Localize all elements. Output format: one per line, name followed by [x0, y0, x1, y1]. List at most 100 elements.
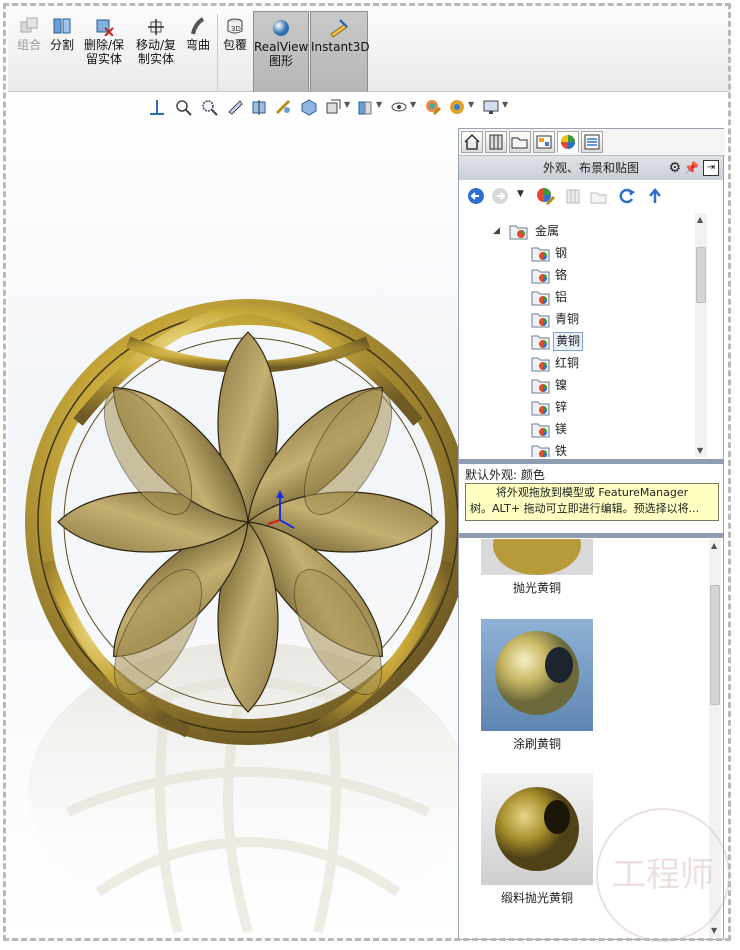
zoom-to-area-icon[interactable] — [200, 98, 218, 116]
swatch-satin-finish-brass[interactable]: 缎料抛光黄铜 — [481, 773, 593, 906]
tab-custom-properties[interactable] — [581, 131, 603, 153]
move-copy-icon — [148, 19, 164, 35]
default-appearance-label: 默认外观: 颜色 — [465, 468, 545, 482]
edit-appearance-icon[interactable] — [424, 98, 442, 116]
wrap-button[interactable]: 3D 包覆 — [220, 16, 250, 52]
eye-icon[interactable] — [390, 98, 408, 116]
swatch-image — [481, 539, 593, 575]
tab-appearances[interactable] — [557, 131, 579, 153]
pane-splitter[interactable] — [459, 459, 723, 464]
expand-triangle-icon[interactable]: ◢ — [493, 221, 500, 241]
swatch-brushed-brass[interactable]: 涂刷黄铜 — [481, 619, 593, 752]
dynamic-annotation-icon[interactable] — [274, 98, 292, 116]
folder-appearance-icon — [531, 247, 550, 262]
properties-list-icon — [584, 134, 600, 150]
gallery-scrollbar[interactable]: ▲ ▼ — [709, 539, 721, 937]
brass-sphere-model[interactable] — [8, 92, 458, 940]
home-icon — [464, 133, 480, 150]
folder-appearance-icon — [531, 357, 550, 372]
scroll-up-arrow-icon[interactable]: ▲ — [697, 215, 703, 224]
scroll-up-arrow-icon[interactable]: ▲ — [711, 541, 717, 550]
tree-item-label: 铝 — [555, 290, 568, 304]
delete-body-icon — [96, 19, 114, 36]
tree-item-label: 铁 — [555, 444, 568, 457]
appearance-ball-icon — [561, 135, 575, 149]
appearance-swatch-gallery: 抛光黄铜 涂刷黄铜 缎料抛光黄铜 — [459, 539, 709, 939]
tooltip: 将外观拖放到模型或 FeatureManager 树。ALT+ 拖动可立即进行编… — [465, 483, 719, 521]
edit-appearance-icon[interactable] — [535, 186, 555, 206]
pane-splitter[interactable] — [459, 533, 723, 538]
split-icon — [53, 18, 71, 34]
scroll-down-arrow-icon[interactable]: ▼ — [697, 446, 703, 455]
folder-appearance-icon — [531, 291, 550, 306]
view-settings-icon[interactable] — [482, 98, 500, 116]
folder-appearance-icon — [531, 445, 550, 457]
tab-view-palette[interactable] — [533, 131, 555, 153]
chevron-down-icon[interactable]: ▼ — [517, 189, 524, 199]
refresh-icon[interactable] — [617, 186, 637, 206]
pane-toolbar: ▼ — [459, 181, 723, 211]
swatch-polished-brass[interactable]: 抛光黄铜 — [481, 539, 593, 596]
move-copy-body-button[interactable]: 移动/复 制实体 — [134, 16, 178, 66]
delete-keep-body-button[interactable]: 删除/保 留实体 — [82, 16, 126, 66]
tree-item-label: 锌 — [555, 400, 568, 414]
command-manager: 组合 分割 删除/保 留实体 移动/复 制实体 弯曲 3D 包覆 RealVie… — [8, 8, 730, 94]
folder-appearance-icon — [531, 423, 550, 438]
swatch-image — [481, 773, 593, 885]
add-folder-icon[interactable] — [589, 186, 609, 206]
chevron-down-icon[interactable]: ▼ — [410, 100, 416, 109]
pin-icon[interactable]: 📌 — [684, 156, 699, 180]
collapse-pane-icon[interactable]: ⇥ — [703, 160, 719, 176]
view-cube-icon[interactable] — [300, 98, 318, 116]
chevron-down-icon[interactable]: ▼ — [344, 100, 350, 109]
back-arrow-icon[interactable] — [467, 187, 485, 205]
graphics-viewport[interactable] — [8, 92, 458, 940]
folder-appearance-icon — [531, 335, 550, 350]
chevron-down-icon[interactable]: ▼ — [376, 100, 382, 109]
forward-arrow-icon[interactable] — [491, 187, 509, 205]
tree-scroll-thumb[interactable] — [696, 247, 706, 303]
split-button[interactable]: 分割 — [48, 16, 76, 52]
folder-appearance-icon — [531, 269, 550, 284]
tree-item-label: 黄铜 — [553, 332, 584, 351]
heads-up-view-toolbar: ▼ ▼ ▼ ▼ ▼ — [146, 96, 566, 120]
up-arrow-icon[interactable] — [645, 186, 665, 206]
flex-icon — [191, 17, 205, 35]
tree-item-label: 镁 — [555, 422, 568, 436]
combine-button[interactable]: 组合 — [14, 16, 44, 52]
tree-item-label: 青铜 — [555, 312, 580, 326]
tab-design-library[interactable] — [485, 131, 507, 153]
folder-appearance-icon — [531, 313, 550, 328]
section-view-icon[interactable] — [250, 98, 268, 116]
apply-scene-icon[interactable] — [448, 98, 466, 116]
tab-file-explorer[interactable] — [509, 131, 531, 153]
task-pane: 外观、布景和贴图 ⚙ 📌 ⇥ ▼ ◢ 金属 钢铬铝青铜 黄铜 红铜镍锌镁铁 ▲ ▼ … — [458, 128, 725, 940]
tree-item-label: 铬 — [555, 268, 568, 282]
flex-button[interactable]: 弯曲 — [184, 16, 212, 52]
hide-show-icon[interactable] — [356, 98, 374, 116]
tree-scrollbar[interactable]: ▲ ▼ — [695, 213, 707, 457]
instant3d-icon — [330, 19, 348, 38]
add-library-icon[interactable] — [563, 186, 583, 206]
gear-icon[interactable]: ⚙ — [668, 156, 681, 180]
svg-text:3D: 3D — [231, 25, 241, 33]
scroll-down-arrow-icon[interactable]: ▼ — [711, 926, 717, 935]
folder-appearance-icon — [509, 225, 528, 240]
wrap-icon: 3D — [227, 18, 243, 34]
tab-home[interactable] — [461, 131, 483, 153]
folder-appearance-icon — [531, 401, 550, 416]
instant3d-button[interactable]: Instant3D — [310, 11, 370, 94]
petal-group — [57, 331, 439, 713]
previous-view-icon[interactable] — [226, 98, 244, 116]
gallery-scroll-thumb[interactable] — [710, 585, 720, 705]
view-orientation-icon[interactable] — [148, 98, 166, 116]
appearance-tree: ◢ 金属 钢铬铝青铜 黄铜 红铜镍锌镁铁 ▲ ▼ — [459, 213, 709, 457]
tree-item-label: 钢 — [555, 246, 568, 260]
chevron-down-icon[interactable]: ▼ — [502, 100, 508, 109]
tree-item-label: 镍 — [555, 378, 568, 392]
realview-graphics-button[interactable]: RealView 图形 — [253, 11, 309, 94]
display-style-icon[interactable] — [324, 98, 342, 116]
view-palette-icon — [536, 135, 552, 149]
zoom-to-fit-icon[interactable] — [174, 98, 192, 116]
chevron-down-icon[interactable]: ▼ — [468, 100, 474, 109]
